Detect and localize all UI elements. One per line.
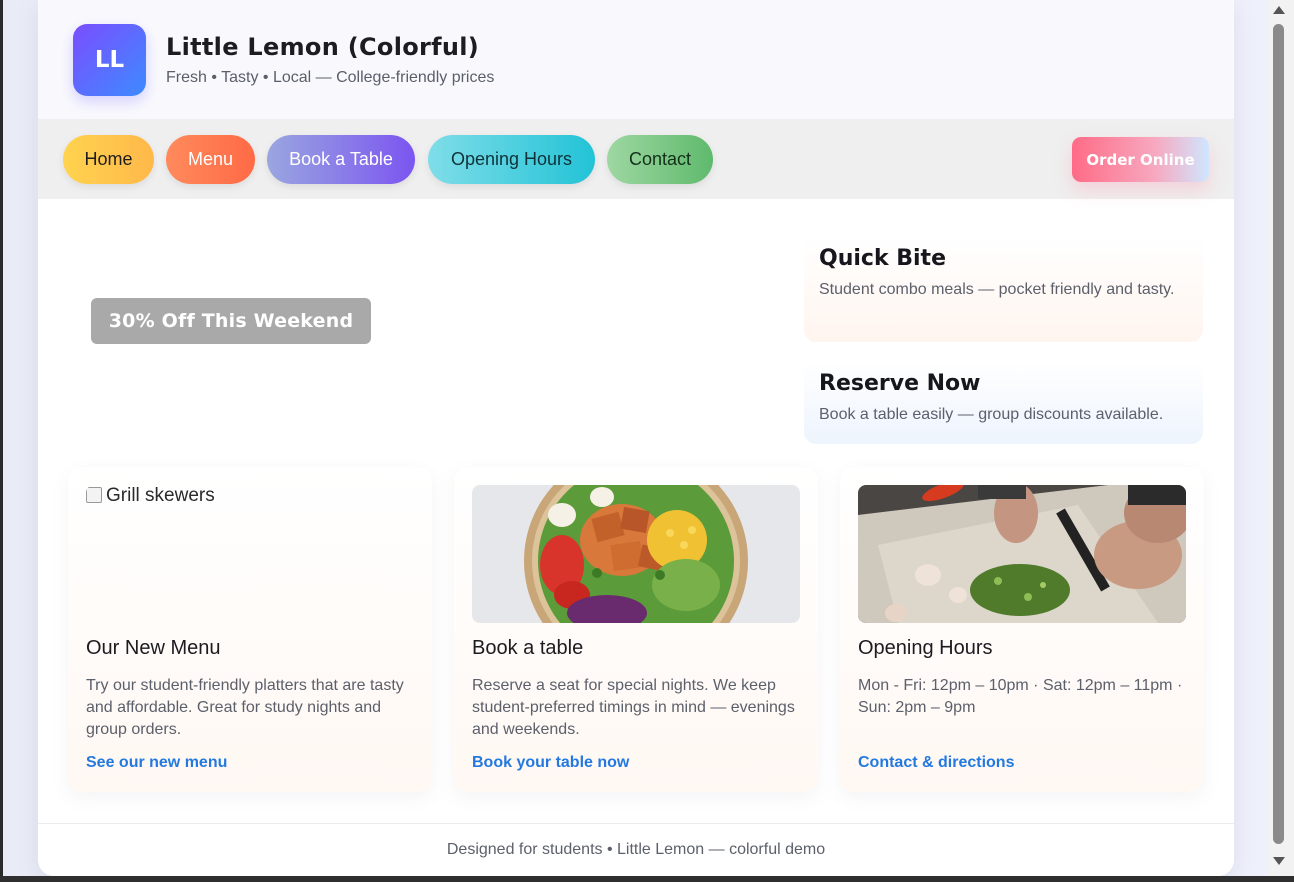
nav-menu[interactable]: Menu	[166, 135, 255, 184]
broken-image-icon	[86, 487, 102, 503]
chopping-herbs-image	[858, 485, 1186, 623]
brand: Little Lemon (Colorful) Fresh • Tasty • …	[166, 33, 494, 87]
see-menu-link[interactable]: See our new menu	[86, 754, 227, 772]
card-text: Try our student-friendly platters that a…	[86, 677, 404, 738]
nav-contact[interactable]: Contact	[607, 135, 713, 184]
nav-home[interactable]: Home	[63, 135, 154, 184]
card-text: Reserve a seat for special nights. We ke…	[472, 677, 795, 738]
quick-bite-card[interactable]: Quick Bite Student combo meals — pocket …	[804, 236, 1203, 342]
nav-book-a-table[interactable]: Book a Table	[267, 135, 415, 184]
reserve-now-title: Reserve Now	[819, 371, 981, 396]
vertical-scrollbar[interactable]	[1268, 0, 1294, 876]
card-title: Book a table	[472, 637, 584, 659]
site-header: LL Little Lemon (Colorful) Fresh • Tasty…	[38, 0, 1234, 119]
logo[interactable]: LL	[73, 23, 146, 96]
salad-bowl-image	[472, 485, 800, 623]
site-title: Little Lemon (Colorful)	[166, 32, 480, 61]
scroll-down-icon[interactable]	[1273, 857, 1285, 865]
card-text: Mon - Fri: 12pm – 10pm · Sat: 12pm – 11p…	[858, 677, 1183, 716]
book-table-card: Book a table Reserve a seat for special …	[454, 467, 818, 792]
window-edge	[0, 0, 3, 882]
quick-bite-text: Student combo meals — pocket friendly an…	[819, 281, 1175, 298]
book-table-link[interactable]: Book your table now	[472, 754, 629, 772]
site-footer: Designed for students • Little Lemon — c…	[38, 823, 1234, 876]
card-title: Opening Hours	[858, 637, 993, 659]
quick-bite-title: Quick Bite	[819, 246, 946, 271]
site-tagline: Fresh • Tasty • Local — College-friendly…	[166, 68, 495, 86]
card-title: Our New Menu	[86, 637, 221, 659]
grill-skewers-image: Grill skewers	[86, 485, 414, 623]
opening-hours-card: Opening Hours Mon - Fri: 12pm – 10pm · S…	[840, 467, 1204, 792]
reserve-now-text: Book a table easily — group discounts av…	[819, 406, 1164, 423]
scroll-up-icon[interactable]	[1273, 6, 1285, 14]
page: LL Little Lemon (Colorful) Fresh • Tasty…	[38, 0, 1234, 876]
promo-badge: 30% Off This Weekend	[91, 298, 371, 344]
footer-text: Designed for students • Little Lemon — c…	[446, 841, 826, 858]
image-alt-text: Grill skewers	[106, 485, 215, 506]
reserve-now-card[interactable]: Reserve Now Book a table easily — group …	[804, 361, 1203, 444]
scrollbar-thumb[interactable]	[1273, 24, 1284, 844]
nav-opening-hours[interactable]: Opening Hours	[428, 135, 595, 184]
order-online-button[interactable]: Order Online	[1072, 137, 1209, 182]
contact-directions-link[interactable]: Contact & directions	[858, 754, 1014, 772]
window-edge	[0, 876, 1294, 882]
menu-card: Grill skewers Our New Menu Try our stude…	[68, 467, 432, 792]
main-nav: Home Menu Book a Table Opening Hours Con…	[38, 119, 1234, 199]
